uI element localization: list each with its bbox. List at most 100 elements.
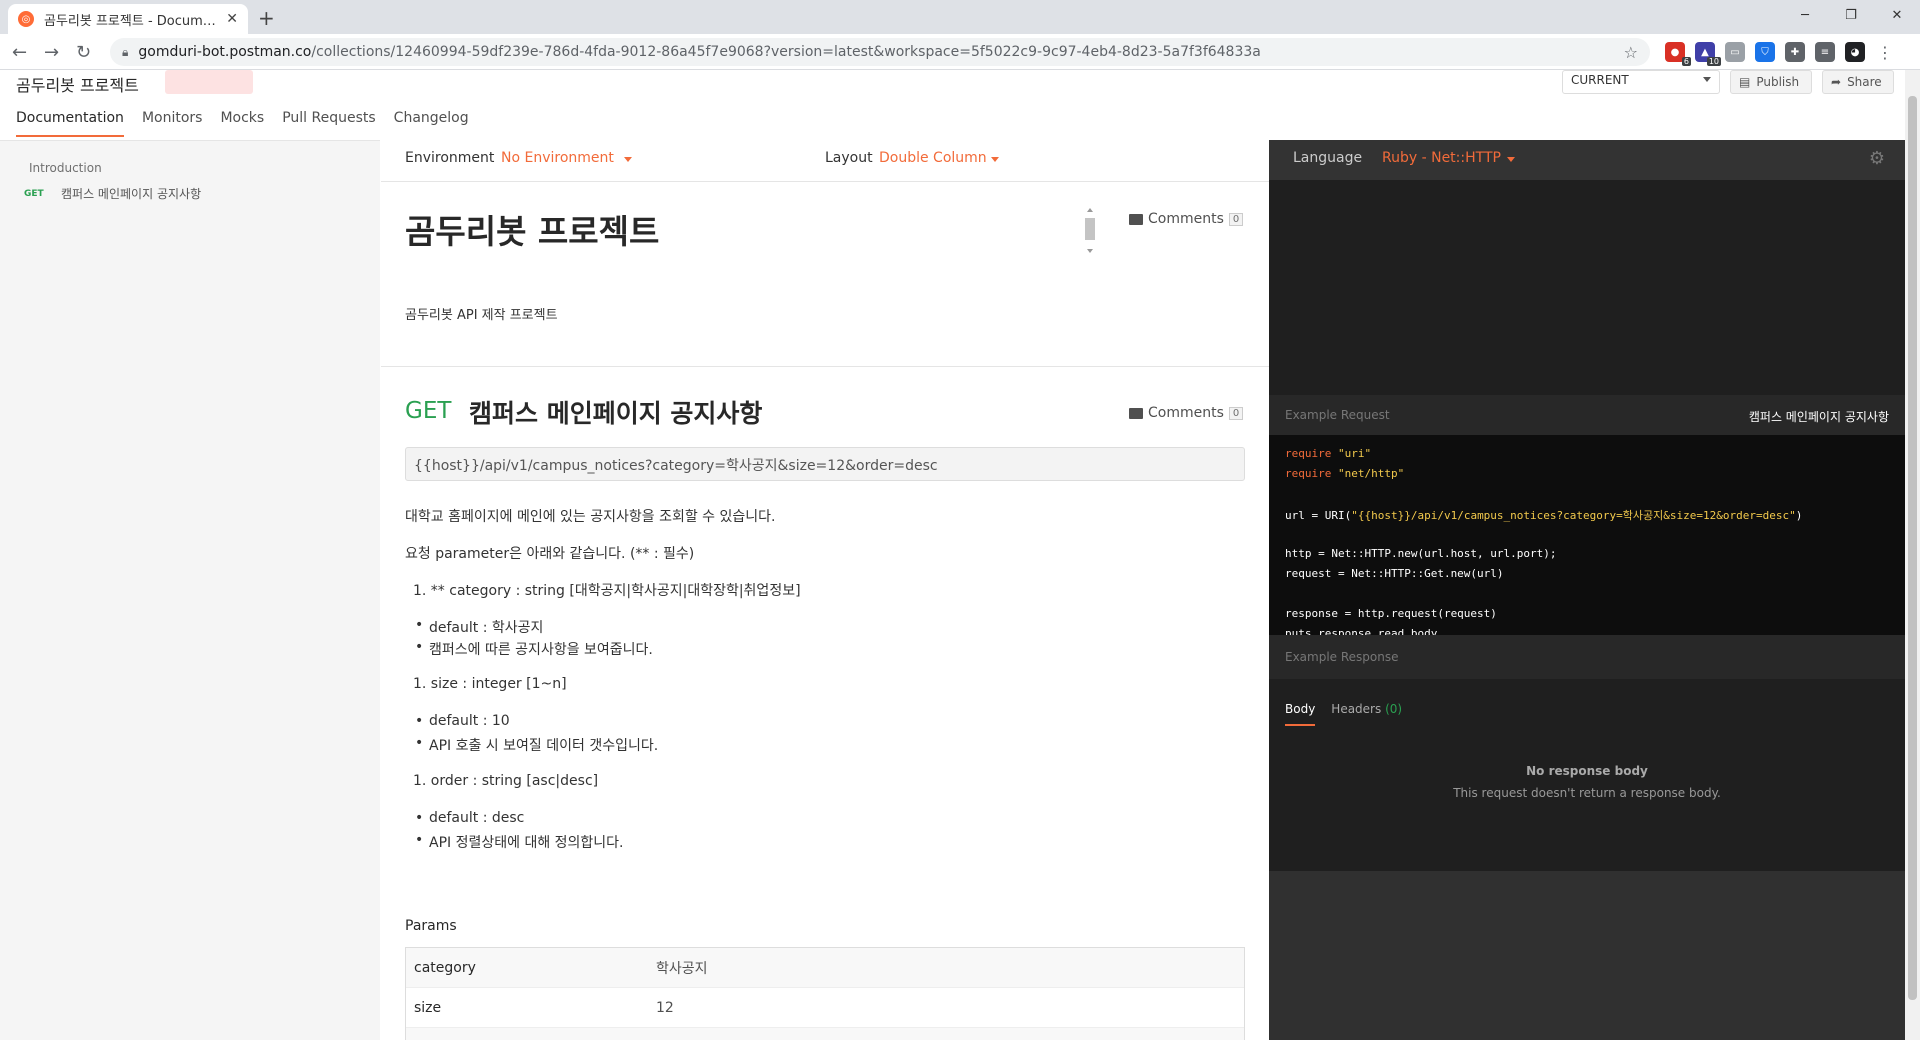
list-item: default : 10 [415,713,510,729]
postman-docs-page: 곰두리봇 프로젝트 CURRENT ▤ Publish ➦ Share Docume… [0,70,1905,1040]
redacted-area [165,70,253,94]
tab-monitors[interactable]: Monitors [142,110,203,137]
maximize-icon[interactable]: ❐ [1828,0,1874,30]
language-select[interactable]: Ruby - Net::HTTP [1382,150,1501,166]
window-controls: ─ ❐ ✕ [1782,0,1920,30]
tab-mocks[interactable]: Mocks [220,110,264,137]
reading-list-icon[interactable]: ≡ [1815,42,1835,62]
reload-icon[interactable]: ↻ [76,42,91,63]
language-label: Language [1293,150,1363,166]
extensions-puzzle-icon[interactable]: ✚ [1785,42,1805,62]
lock-icon: 🔒︎ [122,44,129,59]
list-item: API 정렬상태에 대해 정의합니다. [415,832,623,852]
example-request-name: 캠퍼스 메인페이지 공지사항 [1748,410,1889,424]
request-method: GET [405,398,452,424]
params-table: category학사공지 size12 orderdesc [405,947,1245,1040]
comments-count: 0 [1228,406,1244,420]
request-url[interactable]: {{host}}/api/v1/campus_notices?category=… [405,447,1245,481]
empty-response: No response body This request doesn't re… [1269,764,1905,800]
doc-line: 대학교 홈페이지에 메인에 있는 공지사항을 조회할 수 있습니다. [405,509,776,525]
code-line: http = Net::HTTP.new(url.host, url.port)… [1285,547,1557,560]
extension-graduation-icon[interactable]: ▲ 10 [1695,42,1721,66]
extension-cast-icon[interactable]: ▭ [1725,42,1745,62]
doc-line: 1. order : string [asc|desc] [413,773,599,789]
forward-icon[interactable]: → [44,42,59,63]
version-select[interactable]: CURRENT [1562,70,1720,94]
publish-icon: ▤ [1739,75,1751,89]
postman-favicon-icon: ◎ [18,11,34,27]
example-request-header: Example Request 캠퍼스 메인페이지 공지사항 [1269,395,1905,435]
tab-pull-requests[interactable]: Pull Requests [282,110,375,137]
code-line: require "uri" [1285,447,1372,460]
tab-title: 곰두리봇 프로젝트 - Documentat [44,13,219,29]
url-field[interactable]: 🔒︎ gomduri-bot.postman.co/collections/12… [110,38,1650,66]
collection-description: 곰두리봇 API 제작 프로젝트 [405,308,558,323]
page-title: 곰두리봇 프로젝트 [16,76,139,95]
close-window-icon[interactable]: ✕ [1874,0,1920,30]
collection-comments-button[interactable]: Comments 0 [1129,211,1244,227]
code-snippet[interactable]: require "uri" require "net/http" url = U… [1269,435,1905,635]
language-bar: Language Ruby - Net::HTTP ⚙ [1269,140,1905,180]
request-comments-button[interactable]: Comments 0 [1129,405,1244,421]
collection-title: 곰두리봇 프로젝트 [405,212,660,251]
bookmark-star-icon[interactable]: ☆ [1624,43,1638,62]
browser-menu-icon[interactable]: ⋮ [1875,42,1895,62]
example-response-label: Example Response [1285,650,1399,664]
code-panel: Language Ruby - Net::HTTP ⚙ Example Requ… [1269,140,1905,1040]
layout-select[interactable]: Double Column [879,150,987,166]
list-item: API 호출 시 보여질 데이터 갯수입니다. [415,735,658,755]
extensions-bar: ● 6 ▲ 10 ▭ ⛉ ✚ ≡ ◕ ⋮ [1665,42,1895,66]
address-bar: ← → ↻ 🔒︎ gomduri-bot.postman.co/collecti… [0,34,1920,70]
back-icon[interactable]: ← [12,42,27,63]
method-badge: GET [24,188,44,199]
table-row: size 12 [406,988,1244,1028]
profile-avatar-icon[interactable]: ◕ [1845,42,1865,62]
request-title: 캠퍼스 메인페이지 공지사항 [469,399,763,428]
browser-tab[interactable]: ◎ 곰두리봇 프로젝트 - Documentat ✕ [8,4,248,34]
chevron-down-icon [624,157,632,166]
tab-headers[interactable]: Headers (0) [1331,702,1402,726]
tab-documentation[interactable]: Documentation [16,110,124,137]
code-panel-footer [1269,871,1905,1040]
gear-icon[interactable]: ⚙ [1869,148,1885,169]
sidebar-item-request[interactable]: GET 캠퍼스 메인페이지 공지사항 [24,185,201,202]
headers-count: (0) [1385,702,1403,716]
environment-label: Environment [405,150,495,166]
chevron-down-icon [1703,77,1711,86]
extension-red-icon[interactable]: ● 6 [1665,42,1691,66]
url-host: gomduri-bot.postman.co [138,44,312,60]
list-item: default : 학사공지 [415,617,543,637]
comment-icon [1129,213,1143,225]
params-heading: Params [405,918,457,934]
code-line: puts response.read_body [1285,627,1438,635]
environment-select[interactable]: No Environment [501,150,614,166]
layout-label: Layout [825,150,873,166]
example-request-label: Example Request [1285,408,1390,422]
tab-body[interactable]: Body [1285,702,1316,726]
divider [381,366,1269,367]
publish-button[interactable]: ▤ Publish [1730,70,1812,94]
tab-close-icon[interactable]: ✕ [226,11,238,27]
sidebar-item-introduction[interactable]: Introduction [29,161,102,175]
code-line: response = http.request(request) [1285,607,1497,620]
doc-line: 요청 parameter은 아래와 같습니다. (** : 필수) [405,546,695,562]
share-button[interactable]: ➦ Share [1822,70,1894,94]
new-tab-button[interactable]: + [258,6,275,30]
chevron-down-icon [1507,157,1515,166]
response-tabs: Body Headers (0) [1285,702,1402,726]
chevron-down-icon [991,157,999,166]
code-line: request = Net::HTTP::Get.new(url) [1285,567,1504,580]
extension-shield-icon[interactable]: ⛉ [1755,42,1775,62]
tab-changelog[interactable]: Changelog [394,110,469,137]
scrollbar-thumb[interactable] [1908,96,1917,1000]
code-line: url = URI("{{host}}/api/v1/campus_notice… [1285,509,1803,522]
browser-tab-strip: ◎ 곰두리봇 프로젝트 - Documentat ✕ + ─ ❐ ✕ [0,0,1920,34]
url-path: /collections/12460994-59df239e-786d-4fda… [311,44,1261,60]
mini-scrollbar[interactable] [1084,206,1096,256]
page-scrollbar[interactable] [1905,70,1920,1040]
minimize-icon[interactable]: ─ [1782,0,1828,30]
environment-bar: Environment No Environment Layout Double… [381,140,1269,182]
share-icon: ➦ [1831,75,1842,89]
